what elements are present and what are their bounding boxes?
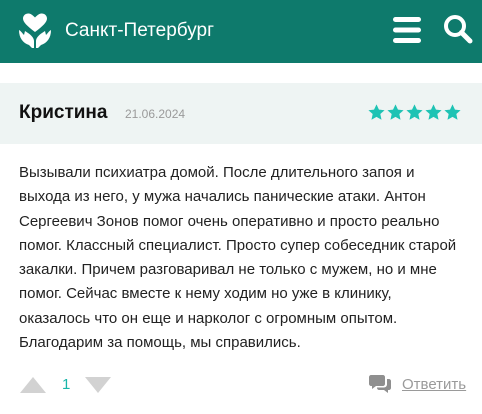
triangle-down-icon[interactable]	[85, 377, 111, 393]
review-text: Вызывали психиатра домой. После длительн…	[19, 164, 457, 352]
reply-link[interactable]: Ответить	[402, 376, 466, 394]
review-author: Кристина	[19, 102, 108, 123]
hamburger-menu-icon[interactable]	[393, 16, 421, 44]
triangle-up-icon[interactable]	[20, 377, 46, 393]
star-icon	[444, 104, 461, 120]
review-date: 21.06.2024	[125, 107, 186, 121]
speech-bubbles-icon[interactable]	[369, 374, 391, 394]
spacer	[0, 63, 482, 83]
star-icon	[368, 104, 385, 120]
city-name[interactable]: Санкт-Петербург	[65, 19, 214, 43]
search-icon[interactable]	[443, 14, 473, 44]
star-icon	[425, 104, 442, 120]
star-icon	[406, 104, 423, 120]
top-bar: Санкт-Петербург	[0, 0, 482, 63]
star-icon	[387, 104, 404, 120]
heart-hands-icon[interactable]	[17, 12, 53, 50]
rating-stars	[368, 104, 461, 122]
vote-count: 1	[62, 376, 71, 393]
